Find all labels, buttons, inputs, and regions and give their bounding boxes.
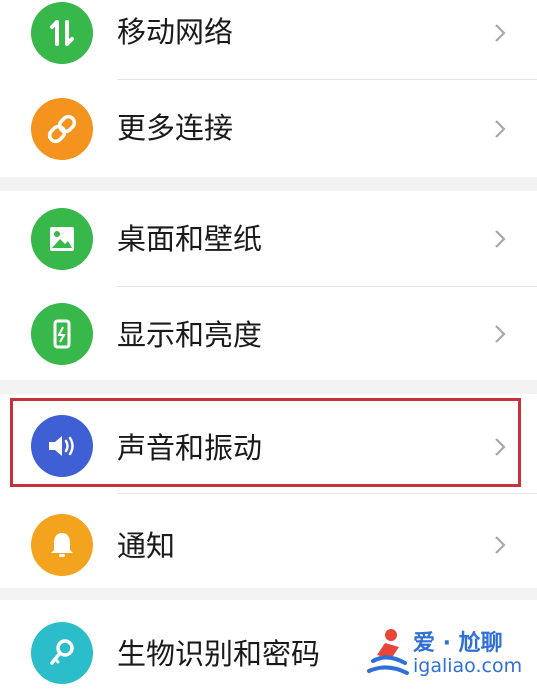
- mobile-data-icon: [31, 2, 93, 64]
- bell-icon: [31, 514, 93, 576]
- key-icon: [31, 622, 93, 684]
- settings-item-desktop-wallpaper[interactable]: 桌面和壁纸: [0, 191, 537, 287]
- watermark-title: 爱 · 尬聊: [413, 631, 503, 656]
- link-icon: [31, 98, 93, 160]
- chevron-right-icon: [495, 230, 506, 248]
- settings-item-label: 生物识别和密码: [117, 637, 321, 671]
- settings-item-label: 更多连接: [117, 111, 234, 145]
- chevron-right-icon: [495, 24, 506, 42]
- chevron-right-icon: [495, 120, 506, 138]
- phone-brightness-icon: [31, 303, 93, 365]
- section-gap: [0, 380, 537, 394]
- watermark-site: igaliao.com: [413, 655, 523, 677]
- settings-item-label: 桌面和壁纸: [117, 222, 263, 256]
- watermark-mascot-icon: [367, 629, 409, 675]
- settings-item-label: 移动网络: [117, 15, 234, 49]
- chevron-right-icon: [495, 536, 506, 554]
- settings-item-notifications[interactable]: 通知: [0, 494, 537, 588]
- settings-item-label: 显示和亮度: [117, 318, 263, 352]
- picture-icon: [31, 208, 93, 270]
- settings-item-label: 通知: [117, 529, 176, 563]
- chevron-right-icon: [495, 325, 506, 343]
- settings-item-more-connections[interactable]: 更多连接: [0, 80, 537, 177]
- settings-item-display-brightness[interactable]: 显示和亮度: [0, 287, 537, 380]
- watermark-logo: 爱 · 尬聊 igaliao.com: [365, 623, 525, 683]
- section-gap: [0, 177, 537, 191]
- highlight-box: [10, 398, 521, 487]
- section-gap: [0, 588, 537, 600]
- settings-item-mobile-network[interactable]: 移动网络: [0, 0, 537, 80]
